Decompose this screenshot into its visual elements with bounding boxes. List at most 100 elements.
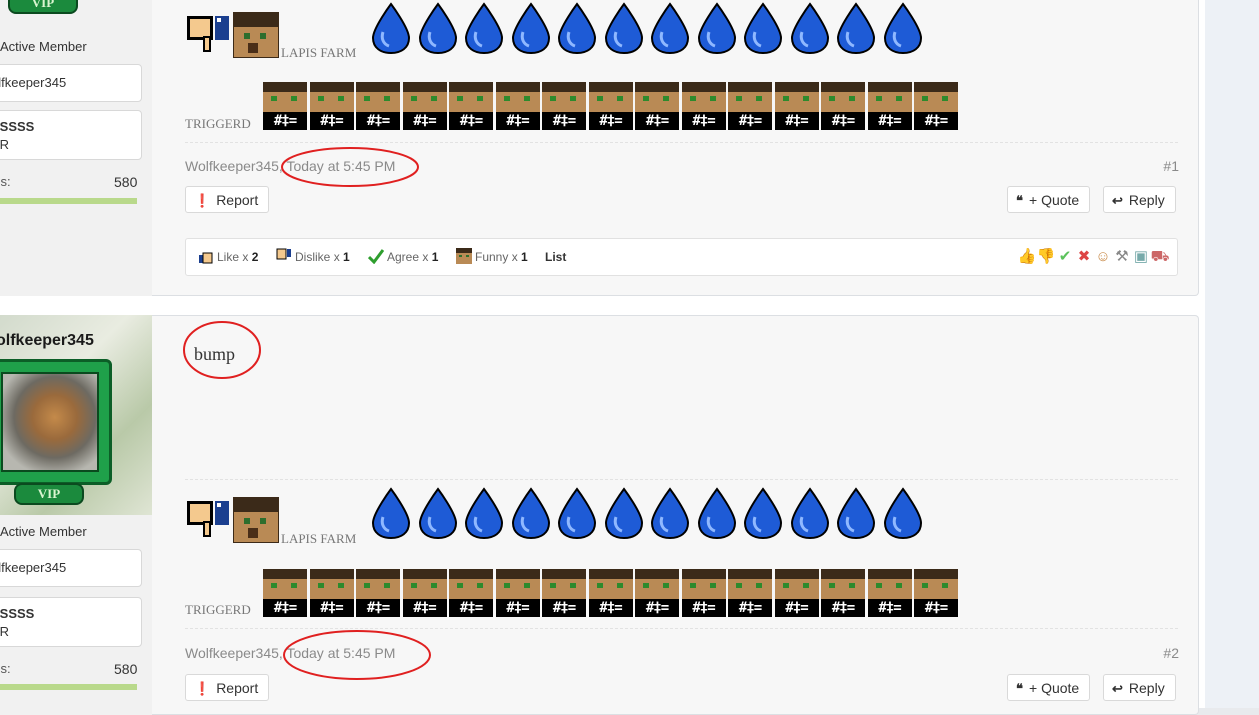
trigger-face-icon: #‡= — [588, 82, 633, 130]
lapis-farm-label: LAPIS FARM — [281, 531, 357, 546]
trigger-face-icon: #‡= — [867, 569, 912, 617]
trigger-face-icon: #‡= — [681, 82, 726, 130]
exclamation-circle-icon: ❗ — [194, 681, 211, 696]
exclamation-circle-icon: ❗ — [194, 193, 211, 208]
trigger-face-icon: #‡= — [542, 82, 586, 130]
user-rank-box: ESSSS ER — [0, 597, 142, 647]
quote-label: + Quote — [1029, 192, 1080, 208]
quote-label: + Quote — [1029, 680, 1080, 696]
reactions-list-link[interactable]: List — [545, 248, 566, 266]
post-number-link[interactable]: #2 — [1163, 645, 1179, 661]
picker-image-icon[interactable]: ▣ — [1132, 248, 1150, 266]
lapis-drop-icon — [418, 487, 457, 539]
post-author-sidebar: VIP Active Member olfkeeper345 ESSSS ER … — [0, 0, 152, 296]
trigger-face-icon: #‡= — [309, 82, 354, 130]
stat-bar — [0, 198, 137, 204]
meta-separator: , — [278, 645, 283, 661]
lapis-drop-icon — [371, 487, 411, 539]
messages-value: 580 — [114, 174, 138, 190]
trigger-face-icon: #‡= — [728, 569, 772, 617]
reply-button[interactable]: ↩ Reply — [1103, 186, 1176, 213]
lapis-drop-icon — [743, 487, 783, 539]
lapis-drop-icon — [511, 2, 550, 54]
trigger-face-icon: #‡= — [495, 82, 540, 130]
steve-face-icon — [233, 497, 279, 543]
trigger-face-icon: #‡= — [867, 82, 912, 130]
messages-label: ges: — [0, 174, 11, 189]
signature-separator-2 — [185, 628, 1178, 629]
quote-button[interactable]: ❝ + Quote — [1007, 186, 1091, 213]
trigger-face-icon: #‡= — [449, 82, 493, 130]
reaction-like[interactable]: Like x 2 — [198, 248, 258, 266]
trigger-face-icon: #‡= — [263, 82, 307, 130]
user-name-box-text: olfkeeper345 — [0, 75, 67, 90]
reply-button[interactable]: ↩ Reply — [1103, 674, 1176, 701]
trigger-face-icon: #‡= — [309, 569, 354, 617]
lapis-drops-row — [369, 2, 927, 54]
picker-tools-icon[interactable]: ⚒ — [1113, 248, 1131, 266]
quote-icon: ❝ — [1016, 193, 1023, 208]
quote-button[interactable]: ❝ + Quote — [1007, 674, 1091, 701]
lapis-drop-icon — [790, 487, 829, 539]
lapis-drop-icon — [464, 487, 504, 539]
picker-funny-icon[interactable]: ☺ — [1094, 248, 1112, 266]
rank-line-2: ER — [0, 137, 10, 152]
reaction-dislike[interactable]: Dislike x 1 — [276, 248, 350, 266]
post-number-link[interactable]: #1 — [1163, 158, 1179, 174]
reaction-funny[interactable]: Funny x 1 — [456, 248, 528, 266]
vip-badge: VIP — [14, 483, 84, 505]
quote-icon: ❝ — [1016, 681, 1023, 696]
trigger-face-icon: #‡= — [821, 569, 865, 617]
trigger-face-icon: #‡= — [402, 82, 447, 130]
trigger-face-icon: #‡= — [542, 569, 586, 617]
lapis-drop-icon — [883, 2, 922, 54]
picker-agree-icon[interactable]: ✔ — [1056, 248, 1074, 266]
rank-line-1: ESSSS — [0, 119, 35, 134]
reply-arrow-icon: ↩ — [1112, 681, 1123, 696]
lapis-drop-icon — [790, 2, 829, 54]
post-1: VIP Active Member olfkeeper345 ESSSS ER … — [0, 0, 1199, 296]
signature-separator — [185, 142, 1178, 143]
trigger-face-icon: #‡= — [356, 82, 400, 130]
lapis-drop-icon — [883, 487, 922, 539]
post-author-link[interactable]: Wolfkeeper345 — [185, 645, 279, 661]
post-author-link[interactable]: Wolfkeeper345 — [185, 158, 279, 174]
trigger-faces-row: #‡= #‡= #‡= #‡= #‡= #‡= #‡= #‡= #‡= #‡= #‡= #‡= #‡= #… — [263, 569, 961, 617]
report-button[interactable]: ❗ Report — [185, 674, 270, 701]
reply-label: Reply — [1128, 192, 1165, 208]
lapis-drop-icon — [650, 2, 690, 54]
picker-cart-icon[interactable]: ⛟ — [1151, 248, 1170, 266]
vip-badge: VIP — [8, 0, 78, 14]
avatar-frame — [0, 359, 112, 485]
rank-line-2: ER — [0, 624, 10, 639]
trigger-face-icon: #‡= — [681, 569, 726, 617]
report-button[interactable]: ❗ Report — [185, 186, 270, 213]
picker-like-icon[interactable]: 👍 — [1018, 248, 1037, 266]
post-username[interactable]: olfkeeper345 — [0, 332, 94, 350]
lapis-farm-label: LAPIS FARM — [281, 45, 357, 60]
steve-face-icon — [233, 12, 279, 58]
signature-separator — [185, 479, 1178, 480]
trigger-face-icon: #‡= — [449, 569, 493, 617]
post-timestamp[interactable]: Today at 5:45 PM — [286, 158, 395, 174]
user-rank-box: ESSSS ER — [0, 110, 142, 160]
post-body: bump — [194, 344, 236, 364]
post-timestamp[interactable]: Today at 5:45 PM — [286, 645, 395, 661]
meta-separator: , — [278, 158, 283, 174]
trigger-face-icon: #‡= — [728, 82, 772, 130]
picker-dislike-icon[interactable]: 👎 — [1037, 248, 1056, 266]
picker-disagree-icon[interactable]: ✖ — [1075, 248, 1093, 266]
reaction-agree[interactable]: Agree x 1 — [368, 248, 438, 266]
lapis-drops-row — [369, 487, 927, 539]
lapis-drop-icon — [743, 2, 783, 54]
trigger-face-icon: #‡= — [402, 569, 447, 617]
avatar-photo — [1, 372, 99, 472]
lapis-drop-icon — [836, 2, 876, 54]
funny-icon — [456, 248, 472, 264]
like-icon — [199, 252, 213, 264]
trigger-face-icon: #‡= — [263, 569, 307, 617]
reply-label: Reply — [1128, 680, 1165, 696]
lapis-drop-icon — [464, 2, 504, 54]
stat-bar — [0, 684, 137, 690]
triggerd-label: TRIGGERD — [185, 602, 251, 617]
